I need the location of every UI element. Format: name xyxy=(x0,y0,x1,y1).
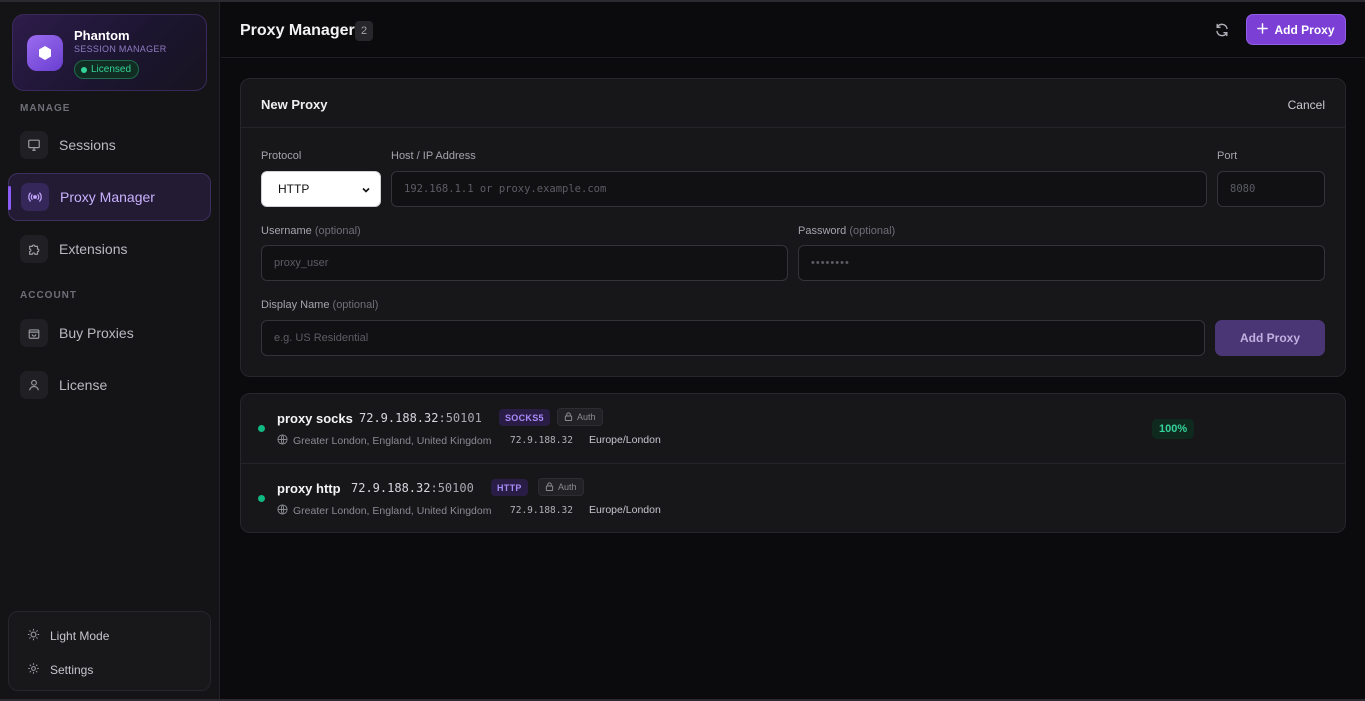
add-proxy-button-label: Add Proxy xyxy=(1274,22,1335,37)
proxy-timezone: Europe/London xyxy=(589,434,661,446)
settings-button[interactable]: Settings xyxy=(27,662,93,678)
proxy-count-badge: 2 xyxy=(355,21,373,41)
app-subtitle: SESSION MANAGER xyxy=(74,44,167,54)
app-name: Phantom xyxy=(74,28,130,43)
online-status-dot xyxy=(258,425,265,432)
sidebar-bottom-panel: Light Mode Settings xyxy=(8,611,211,691)
sidebar-item-label: Extensions xyxy=(59,241,128,257)
username-input[interactable]: proxy_user xyxy=(261,245,788,281)
proxy-row[interactable]: proxy http 72.9.188.32:50100 HTTP Auth G… xyxy=(241,463,1345,532)
auth-badge: Auth xyxy=(557,408,603,426)
proxy-address: 72.9.188.32:50100 xyxy=(351,481,474,495)
protocol-badge: HTTP xyxy=(491,479,528,496)
password-input[interactable]: •••••••• xyxy=(798,245,1325,281)
refresh-icon xyxy=(1214,22,1230,43)
port-input[interactable]: 8080 xyxy=(1217,171,1325,207)
page-title: Proxy Manager xyxy=(240,22,355,39)
chevron-down-icon xyxy=(361,184,371,198)
sidebar-item-label: License xyxy=(59,377,108,393)
submit-add-proxy-button[interactable]: Add Proxy xyxy=(1215,320,1325,356)
username-placeholder: proxy_user xyxy=(274,257,329,269)
page-header: Proxy Manager 2 Add Proxy xyxy=(221,2,1365,58)
user-icon xyxy=(20,371,48,399)
hexagon-logo-icon xyxy=(27,35,63,71)
license-status-badge: Licensed xyxy=(74,60,140,79)
globe-icon xyxy=(277,504,288,518)
add-proxy-button[interactable]: Add Proxy xyxy=(1246,14,1346,45)
proxy-location: Greater London, England, United Kingdom xyxy=(277,504,491,518)
monitor-icon xyxy=(20,131,48,159)
sidebar-item-buy-proxies[interactable]: Buy Proxies xyxy=(8,309,211,357)
proxy-row[interactable]: proxy socks 72.9.188.32:50101 SOCKS5 Aut… xyxy=(241,394,1345,463)
display-name-input[interactable]: e.g. US Residential xyxy=(261,320,1205,356)
cancel-button[interactable]: Cancel xyxy=(1288,98,1325,112)
globe-icon xyxy=(277,434,288,448)
host-placeholder: 192.168.1.1 or proxy.example.com xyxy=(404,183,607,195)
uptime-badge: 100% xyxy=(1152,419,1195,439)
protocol-select[interactable]: HTTP xyxy=(261,171,381,207)
section-label-account: ACCOUNT xyxy=(20,290,77,301)
brand-card: Phantom SESSION MANAGER Licensed xyxy=(12,14,207,91)
section-label-manage: MANAGE xyxy=(20,103,71,114)
broadcast-icon xyxy=(21,183,49,211)
form-divider xyxy=(241,127,1345,128)
host-input[interactable]: 192.168.1.1 or proxy.example.com xyxy=(391,171,1207,207)
form-title: New Proxy xyxy=(261,97,328,112)
port-label: Port xyxy=(1217,150,1238,162)
gear-icon xyxy=(27,662,40,678)
proxy-name: proxy http xyxy=(277,481,341,496)
proxy-exit-ip: 72.9.188.32 xyxy=(510,505,573,516)
password-placeholder: •••••••• xyxy=(811,257,850,269)
light-mode-label: Light Mode xyxy=(50,629,110,643)
shopping-bag-icon xyxy=(20,319,48,347)
protocol-badge: SOCKS5 xyxy=(499,409,550,426)
lock-icon xyxy=(545,481,554,493)
proxy-list: proxy socks 72.9.188.32:50101 SOCKS5 Aut… xyxy=(240,393,1346,533)
host-label: Host / IP Address xyxy=(391,150,476,162)
protocol-selected-value: HTTP xyxy=(278,182,310,196)
status-dot-icon xyxy=(81,66,87,73)
sidebar-item-proxy-manager[interactable]: Proxy Manager xyxy=(8,173,211,221)
display-name-label: Display Name (optional) xyxy=(261,299,379,311)
refresh-button[interactable] xyxy=(1211,21,1233,43)
proxy-timezone: Europe/London xyxy=(589,504,661,516)
sidebar-item-license[interactable]: License xyxy=(8,361,211,409)
sun-icon xyxy=(27,628,40,644)
password-label: Password (optional) xyxy=(798,225,896,237)
sidebar-item-label: Sessions xyxy=(59,137,116,153)
sidebar-item-extensions[interactable]: Extensions xyxy=(8,225,211,273)
display-name-placeholder: e.g. US Residential xyxy=(274,332,369,344)
proxy-location: Greater London, England, United Kingdom xyxy=(277,434,491,448)
sidebar: Phantom SESSION MANAGER Licensed MANAGE … xyxy=(0,2,220,699)
username-label: Username (optional) xyxy=(261,225,361,237)
puzzle-icon xyxy=(20,235,48,263)
light-mode-toggle[interactable]: Light Mode xyxy=(27,628,109,644)
port-placeholder: 8080 xyxy=(1230,183,1256,195)
plus-icon xyxy=(1257,22,1269,37)
online-status-dot xyxy=(258,495,265,502)
protocol-label: Protocol xyxy=(261,150,302,162)
proxy-name: proxy socks xyxy=(277,411,353,426)
lock-icon xyxy=(564,411,573,423)
sidebar-item-label: Buy Proxies xyxy=(59,325,134,341)
settings-label: Settings xyxy=(50,663,94,677)
sidebar-item-label: Proxy Manager xyxy=(60,189,155,205)
proxy-address: 72.9.188.32:50101 xyxy=(359,411,482,425)
license-status-label: Licensed xyxy=(91,64,132,75)
sidebar-item-sessions[interactable]: Sessions xyxy=(8,121,211,169)
new-proxy-form: New Proxy Cancel Protocol HTTP Host / IP… xyxy=(240,78,1346,377)
auth-badge: Auth xyxy=(538,478,584,496)
proxy-exit-ip: 72.9.188.32 xyxy=(510,435,573,446)
